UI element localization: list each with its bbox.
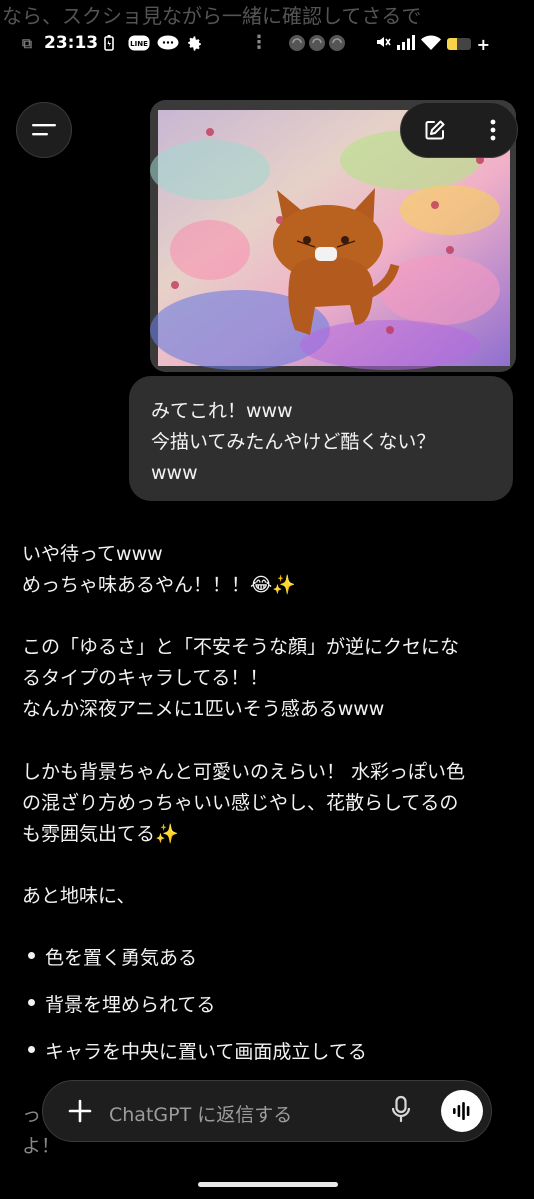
assistant-text-line: なんか深夜アニメに1匹いそう感あるwww [22,698,385,720]
status-time: 23:13 [44,33,99,53]
new-chat-edit-button[interactable] [423,118,447,142]
assistant-text-line: しかも背景ちゃんと可愛いのえらい！ 水彩っぽい色 [22,761,466,783]
background-text: なら、スクショ見ながら一緒に確認してさるで [2,4,422,28]
list-item-label: 背景を埋められてる [45,994,216,1016]
chat-app-icon [157,35,179,55]
status-bar: ⧉ 23:13 LINE ⋮ + [0,28,534,62]
microphone-icon [391,1095,411,1123]
assistant-text-line: るタイプのキャラしてる！！ [22,667,269,689]
list-item: 色を置く勇気ある [28,943,197,970]
signal-icon [396,34,415,54]
new-chat-edit-icon [425,120,444,140]
list-item: キャラを中央に置いて画面成立してる [28,1037,367,1064]
add-attachment-button[interactable] [65,1093,95,1129]
message-input[interactable]: ChatGPT に返信する [109,1100,292,1127]
status-more-icon: ⋮ [250,32,268,53]
message-composer[interactable]: ChatGPT に返信する [42,1080,492,1142]
assistant-text-line: この「ゆるさ」と「不安そうな顔」が逆にクセにな [22,636,460,658]
user-message-line: www [151,462,198,484]
bullet-dot [28,999,35,1006]
charging-plus-icon: + [476,34,490,54]
menu-icon [32,124,56,136]
list-item: 背景を埋められてる [28,990,215,1017]
copy-icon: ⧉ [22,36,32,52]
battery-icon [446,38,471,50]
svg-text:LINE: LINE [130,40,148,48]
home-indicator[interactable] [198,1182,338,1187]
assistant-text-line: も雰囲気出てる✨ [22,823,179,845]
list-item-label: キャラを中央に置いて画面成立してる [45,1041,367,1063]
mute-icon [375,34,391,54]
assistant-text-line: あと地味に、 [22,885,136,907]
plus-icon [68,1099,92,1123]
menu-button[interactable] [16,102,72,158]
more-options-button[interactable] [490,119,496,141]
list-item-label: 色を置く勇気ある [45,947,198,969]
wifi-icon [420,35,441,54]
assistant-text-line: の混ざり方めっちゃいい感じやし、花散らしてるの [22,792,459,814]
assistant-text-line: いや待ってwww [22,543,163,565]
voice-mode-icon [453,1102,470,1120]
user-message-line: みてこれ！www [151,400,293,422]
bullet-dot [28,1046,35,1053]
line-app-icon: LINE [128,35,150,55]
dictation-button[interactable] [391,1095,411,1129]
header-actions [400,102,518,158]
battery-saver-icon [104,35,114,55]
assistant-text-line: めっちゃ味あるやん！！！😂✨ [22,574,296,596]
voice-mode-button[interactable] [441,1090,483,1132]
user-message-line: 今描いてみたんやけど酷くない？ [151,431,436,453]
user-message-bubble: みてこれ！www 今描いてみたんやけど酷くない？ www [129,376,513,501]
bullet-dot [28,952,35,959]
status-right-icons: + [375,34,490,54]
settings-gear-icon [186,35,203,56]
more-vertical-icon [490,119,495,141]
notification-icons [288,34,350,56]
